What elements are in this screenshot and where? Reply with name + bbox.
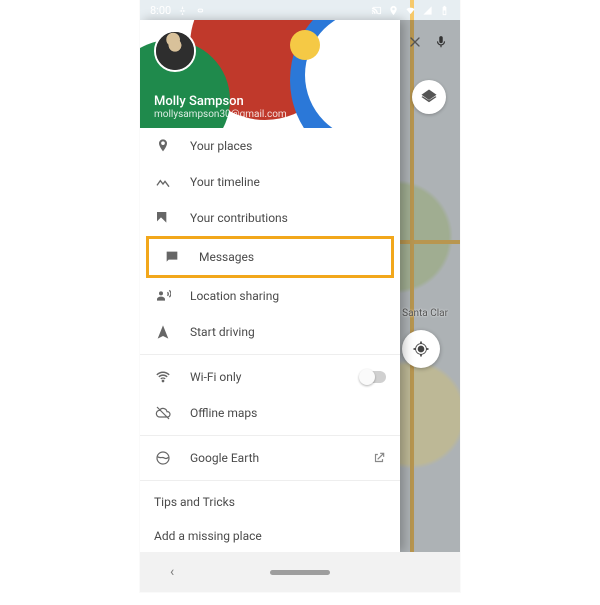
system-nav-bar: ‹ bbox=[140, 552, 460, 592]
menu-label: Wi-Fi only bbox=[190, 370, 241, 384]
layers-icon bbox=[420, 88, 438, 106]
my-location-button[interactable] bbox=[402, 330, 440, 368]
search-close-button[interactable] bbox=[406, 32, 424, 52]
divider bbox=[140, 354, 400, 355]
menu-tips-and-tricks[interactable]: Tips and Tricks bbox=[140, 485, 400, 519]
account-name: Molly Sampson bbox=[154, 94, 287, 109]
menu-messages[interactable]: Messages bbox=[149, 239, 391, 275]
phone-frame: Santa Clar 8:00 bbox=[140, 0, 460, 592]
wifi-status-icon bbox=[405, 5, 416, 16]
home-gesture-pill[interactable] bbox=[270, 570, 330, 575]
open-external-icon bbox=[372, 451, 386, 465]
my-location-icon bbox=[411, 339, 431, 359]
link-icon bbox=[194, 5, 205, 16]
place-icon bbox=[154, 138, 172, 154]
account-email: mollysampson30@gmail.com bbox=[154, 109, 287, 120]
avatar[interactable] bbox=[154, 30, 196, 72]
menu-label: Location sharing bbox=[190, 289, 279, 303]
messages-highlight: Messages bbox=[146, 236, 394, 278]
menu-label: Google Earth bbox=[190, 451, 259, 465]
layers-button[interactable] bbox=[412, 80, 446, 114]
menu-label: Your contributions bbox=[190, 211, 288, 225]
earth-icon bbox=[154, 450, 172, 466]
status-bar: 8:00 bbox=[140, 0, 460, 20]
drawer-menu: Your places Your timeline Your contribut… bbox=[140, 128, 400, 552]
mic-icon bbox=[434, 35, 448, 49]
menu-wifi-only[interactable]: Wi-Fi only bbox=[140, 359, 400, 395]
close-icon bbox=[407, 34, 423, 50]
menu-start-driving[interactable]: Start driving bbox=[140, 314, 400, 350]
wifi-only-toggle[interactable] bbox=[360, 371, 386, 383]
location-sharing-icon bbox=[154, 288, 172, 304]
menu-label: Start driving bbox=[190, 325, 255, 339]
voice-search-button[interactable] bbox=[432, 32, 450, 52]
divider bbox=[140, 480, 400, 481]
navigation-icon bbox=[154, 324, 172, 340]
messages-icon bbox=[163, 249, 181, 265]
menu-label: Your places bbox=[190, 139, 252, 153]
wifi-icon bbox=[154, 369, 172, 385]
divider bbox=[140, 435, 400, 436]
menu-google-earth[interactable]: Google Earth bbox=[140, 440, 400, 476]
cell-status-icon bbox=[422, 5, 433, 16]
back-button[interactable]: ‹ bbox=[170, 564, 174, 580]
search-bar-tail bbox=[406, 28, 450, 56]
contributions-icon bbox=[154, 210, 172, 226]
timeline-icon bbox=[154, 174, 172, 190]
status-time: 8:00 bbox=[150, 4, 171, 17]
menu-your-timeline[interactable]: Your timeline bbox=[140, 164, 400, 200]
map-city-label: Santa Clar bbox=[402, 308, 448, 319]
menu-label: Messages bbox=[199, 250, 254, 264]
battery-status-icon bbox=[439, 5, 450, 16]
account-switcher-caret[interactable] bbox=[380, 111, 388, 116]
cloud-off-icon bbox=[154, 405, 172, 421]
yelp-icon bbox=[177, 5, 188, 16]
menu-add-missing-place[interactable]: Add a missing place bbox=[140, 519, 400, 552]
menu-location-sharing[interactable]: Location sharing bbox=[140, 278, 400, 314]
navigation-drawer: Molly Sampson mollysampson30@gmail.com Y… bbox=[140, 20, 400, 552]
menu-offline-maps[interactable]: Offline maps bbox=[140, 395, 400, 431]
menu-your-places[interactable]: Your places bbox=[140, 128, 400, 164]
menu-your-contributions[interactable]: Your contributions bbox=[140, 200, 400, 236]
location-status-icon bbox=[388, 5, 399, 16]
menu-label: Your timeline bbox=[190, 175, 260, 189]
drawer-header[interactable]: Molly Sampson mollysampson30@gmail.com bbox=[140, 20, 400, 128]
cast-icon bbox=[371, 5, 382, 16]
menu-label: Offline maps bbox=[190, 406, 257, 420]
